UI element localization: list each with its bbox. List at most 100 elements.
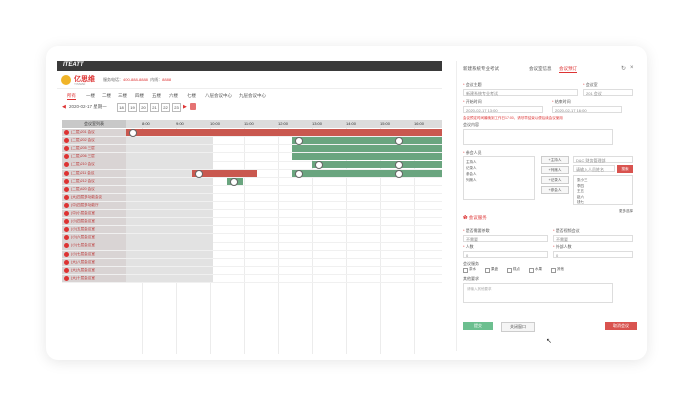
add-role-button[interactable]: +参会人 <box>541 186 569 194</box>
room-label[interactable]: (二层)211 会议 <box>62 169 126 177</box>
close-icon[interactable]: × <box>630 65 634 71</box>
candidate-name[interactable]: 张小三 <box>577 178 588 183</box>
app-card: ITEATT 亿思维 YISIWEI 服务电话：400-888-8888 内线：… <box>46 46 647 360</box>
service-checkbox[interactable] <box>463 268 468 273</box>
topic-input[interactable]: 新建系统专业考试 <box>463 89 578 96</box>
more-link[interactable]: 更多选择 <box>619 209 633 214</box>
search-button[interactable]: 搜索 <box>617 165 633 173</box>
tab-floor[interactable]: 一楼 <box>86 93 95 99</box>
room-label[interactable]: (二层)202 会议 <box>62 137 126 145</box>
video-label: * 是否视频会议 <box>553 228 580 233</box>
people-search-input[interactable]: 请输入人员姓名 <box>573 165 615 172</box>
cancel-button[interactable]: 关闭窗口 <box>501 322 535 332</box>
room-select[interactable]: 201 会议 <box>583 89 633 96</box>
booking-bar[interactable] <box>292 137 442 145</box>
service-checkbox[interactable] <box>485 268 490 273</box>
num-input[interactable]: 0 <box>463 251 548 258</box>
service-checkbox[interactable] <box>551 268 556 273</box>
room-label[interactable]: (小)七层会议室 <box>62 250 126 258</box>
tab-floor[interactable]: 八层会议中心 <box>205 93 232 99</box>
people-list[interactable]: 主持人 记录人 参会人 列席人 <box>463 156 535 200</box>
tab-floor[interactable]: 五楼 <box>152 93 161 99</box>
add-role-button[interactable]: +记录人 <box>541 176 569 184</box>
room-label[interactable]: (二层)206 三层 <box>62 153 126 161</box>
room-label[interactable]: (小)七层会议室 <box>62 242 126 250</box>
room-row: (大)八层会议室 <box>62 258 442 267</box>
unavailable-area <box>126 201 213 210</box>
unavailable-area <box>126 250 213 258</box>
booking-bar[interactable] <box>312 161 442 169</box>
tab-floor[interactable]: 所有 <box>67 93 76 100</box>
room-row: (大)九层会议室 <box>62 266 442 275</box>
day-button[interactable]: 20 <box>139 103 148 112</box>
booking-bar[interactable] <box>292 169 442 177</box>
room-label[interactable]: (二层)201 会议 <box>62 129 126 137</box>
tab-floor[interactable]: 七楼 <box>187 93 196 99</box>
room-name: (大)八层会议室 <box>71 259 95 264</box>
room-label[interactable]: (大)八层会议室 <box>62 258 126 266</box>
hour-label: 16:00 <box>414 121 425 126</box>
candidate-name[interactable]: 赵六 <box>577 195 584 200</box>
candidate-name[interactable]: 王五 <box>577 189 584 194</box>
candidate-name[interactable]: 李四 <box>577 184 584 189</box>
prev-day-icon[interactable]: ◀ <box>62 104 66 110</box>
candidate-name[interactable]: 钱七 <box>577 200 584 205</box>
tab-floor[interactable]: 四楼 <box>135 93 144 99</box>
tab-floor[interactable]: 二楼 <box>102 93 111 99</box>
booking-bar[interactable] <box>292 145 442 153</box>
room-label[interactable]: (大)四层多功能会议 <box>62 193 126 202</box>
room-label[interactable]: (小)六层会议室 <box>62 234 126 242</box>
room-label[interactable]: (小)五层会议室 <box>62 226 126 234</box>
service-info: 服务电话：400-888-8888 内线：8888 <box>103 77 172 82</box>
tab-floor[interactable]: 三楼 <box>118 93 127 99</box>
delete-button[interactable]: 取消会议 <box>605 322 637 330</box>
booking-bar[interactable] <box>292 153 442 161</box>
room-label[interactable]: (小)四层会议室 <box>62 218 126 226</box>
tea-select[interactable]: 不需要 <box>463 235 548 242</box>
start-time-input[interactable]: 2020-02-17 13:00 <box>463 106 543 113</box>
room-label[interactable]: (大)十层会议室 <box>62 274 126 283</box>
add-role-button[interactable]: +主持人 <box>541 156 569 164</box>
room-label[interactable]: (大)九层会议室 <box>62 266 126 274</box>
unavailable-area <box>126 266 213 274</box>
grid-header: 会议室列表 8:00 9:00 10:00 11:00 12:00 13:00 14:00 1… <box>62 120 442 128</box>
day-button[interactable]: 23 <box>172 103 181 112</box>
day-button[interactable]: 21 <box>150 103 159 112</box>
booking-bar[interactable] <box>126 129 442 136</box>
day-button[interactable]: 22 <box>161 103 170 112</box>
room-label[interactable]: (二层)205 三层 <box>62 145 126 153</box>
room-label[interactable]: (中)四层多功能厅 <box>62 201 126 210</box>
service-checkbox[interactable] <box>507 268 512 273</box>
tab-floor[interactable]: 六楼 <box>169 93 178 99</box>
day-button[interactable]: 19 <box>128 103 137 112</box>
booking-panel: 新建系统专业考试 会议室信息 会议预订 ↻ × * 会议主题 新建系统专业考试 … <box>456 61 647 351</box>
end-time-input[interactable]: 2020-02-17 16:00 <box>552 106 622 113</box>
org-select[interactable]: D&C 财务管理部 <box>573 156 633 163</box>
room-name: (二层)201 会议 <box>71 130 95 134</box>
ext-input[interactable]: 0 <box>553 251 633 258</box>
notes-placeholder: 请输入其他要求 <box>467 287 492 291</box>
video-select[interactable]: 不需要 <box>553 235 633 242</box>
tab-floor[interactable]: 九层会议中心 <box>239 93 266 99</box>
people-candidates[interactable]: 张小三 李四 王五 赵六 钱七 <box>573 175 633 205</box>
top-bar: ITEATT <box>57 61 442 71</box>
room-name: (中)小层会议室 <box>71 211 95 215</box>
tab-room-info[interactable]: 会议室信息 <box>529 66 552 72</box>
content-textarea[interactable] <box>463 129 613 145</box>
tab-booking[interactable]: 会议预订 <box>559 66 577 73</box>
day-button[interactable]: 18 <box>117 103 126 112</box>
room-label[interactable]: (二层)420 会议 <box>62 185 126 193</box>
room-icon <box>64 170 69 176</box>
room-label[interactable]: (二层)212 会议 <box>62 177 126 185</box>
calendar-icon[interactable] <box>190 103 196 110</box>
notes-textarea[interactable]: 请输入其他要求 <box>463 283 613 303</box>
unavailable-area <box>126 234 213 242</box>
room-label[interactable]: (二层)210 会议 <box>62 161 126 169</box>
room-label[interactable]: (中)小层会议室 <box>62 210 126 218</box>
mouse-cursor-icon: ↖ <box>546 338 552 345</box>
service-checkbox[interactable] <box>529 268 534 273</box>
next-day-icon[interactable]: ▶ <box>183 104 187 110</box>
submit-button[interactable]: 提交 <box>463 322 493 330</box>
add-role-button[interactable]: +列席人 <box>541 166 569 174</box>
refresh-icon[interactable]: ↻ <box>621 65 626 72</box>
